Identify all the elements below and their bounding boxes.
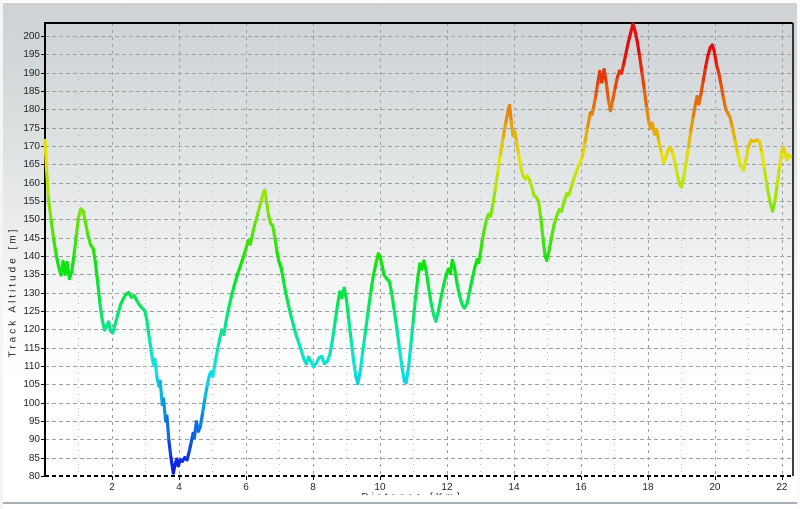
altitude-profile-panel: 8085909510010511011512012513013514014515… [0, 0, 800, 509]
x-tick-label-22: 22 [776, 482, 787, 493]
y-tick-label-190: 190 [2, 68, 40, 79]
bottom-divider-line [0, 502, 800, 504]
bottom-margin [0, 495, 800, 502]
x-tick-label-20: 20 [709, 482, 720, 493]
altitude-profile-chart[interactable] [0, 0, 800, 509]
x-tick-label-14: 14 [508, 482, 519, 493]
y-tick-label-90: 90 [2, 434, 40, 445]
y-axis-title: Track Altitude [m] [8, 227, 19, 358]
y-tick-label-105: 105 [2, 379, 40, 390]
x-tick-label-16: 16 [575, 482, 586, 493]
y-tick-label-100: 100 [2, 398, 40, 409]
x-tick-label-18: 18 [642, 482, 653, 493]
y-tick-label-160: 160 [2, 178, 40, 189]
y-tick-label-195: 195 [2, 49, 40, 60]
y-tick-label-110: 110 [2, 361, 40, 372]
y-tick-label-155: 155 [2, 196, 40, 207]
y-tick-label-200: 200 [2, 31, 40, 42]
x-tick-label-6: 6 [243, 482, 249, 493]
y-tick-label-85: 85 [2, 453, 40, 464]
y-tick-label-170: 170 [2, 141, 40, 152]
x-tick-label-8: 8 [310, 482, 316, 493]
x-tick-label-2: 2 [109, 482, 115, 493]
y-tick-label-185: 185 [2, 86, 40, 97]
y-tick-label-95: 95 [2, 416, 40, 427]
y-tick-label-175: 175 [2, 123, 40, 134]
y-tick-label-165: 165 [2, 159, 40, 170]
y-tick-label-180: 180 [2, 104, 40, 115]
x-tick-label-4: 4 [176, 482, 182, 493]
y-tick-label-150: 150 [2, 214, 40, 225]
panel-bevel-left [0, 0, 3, 509]
y-tick-label-80: 80 [2, 471, 40, 482]
panel-bevel-top [0, 0, 800, 3]
